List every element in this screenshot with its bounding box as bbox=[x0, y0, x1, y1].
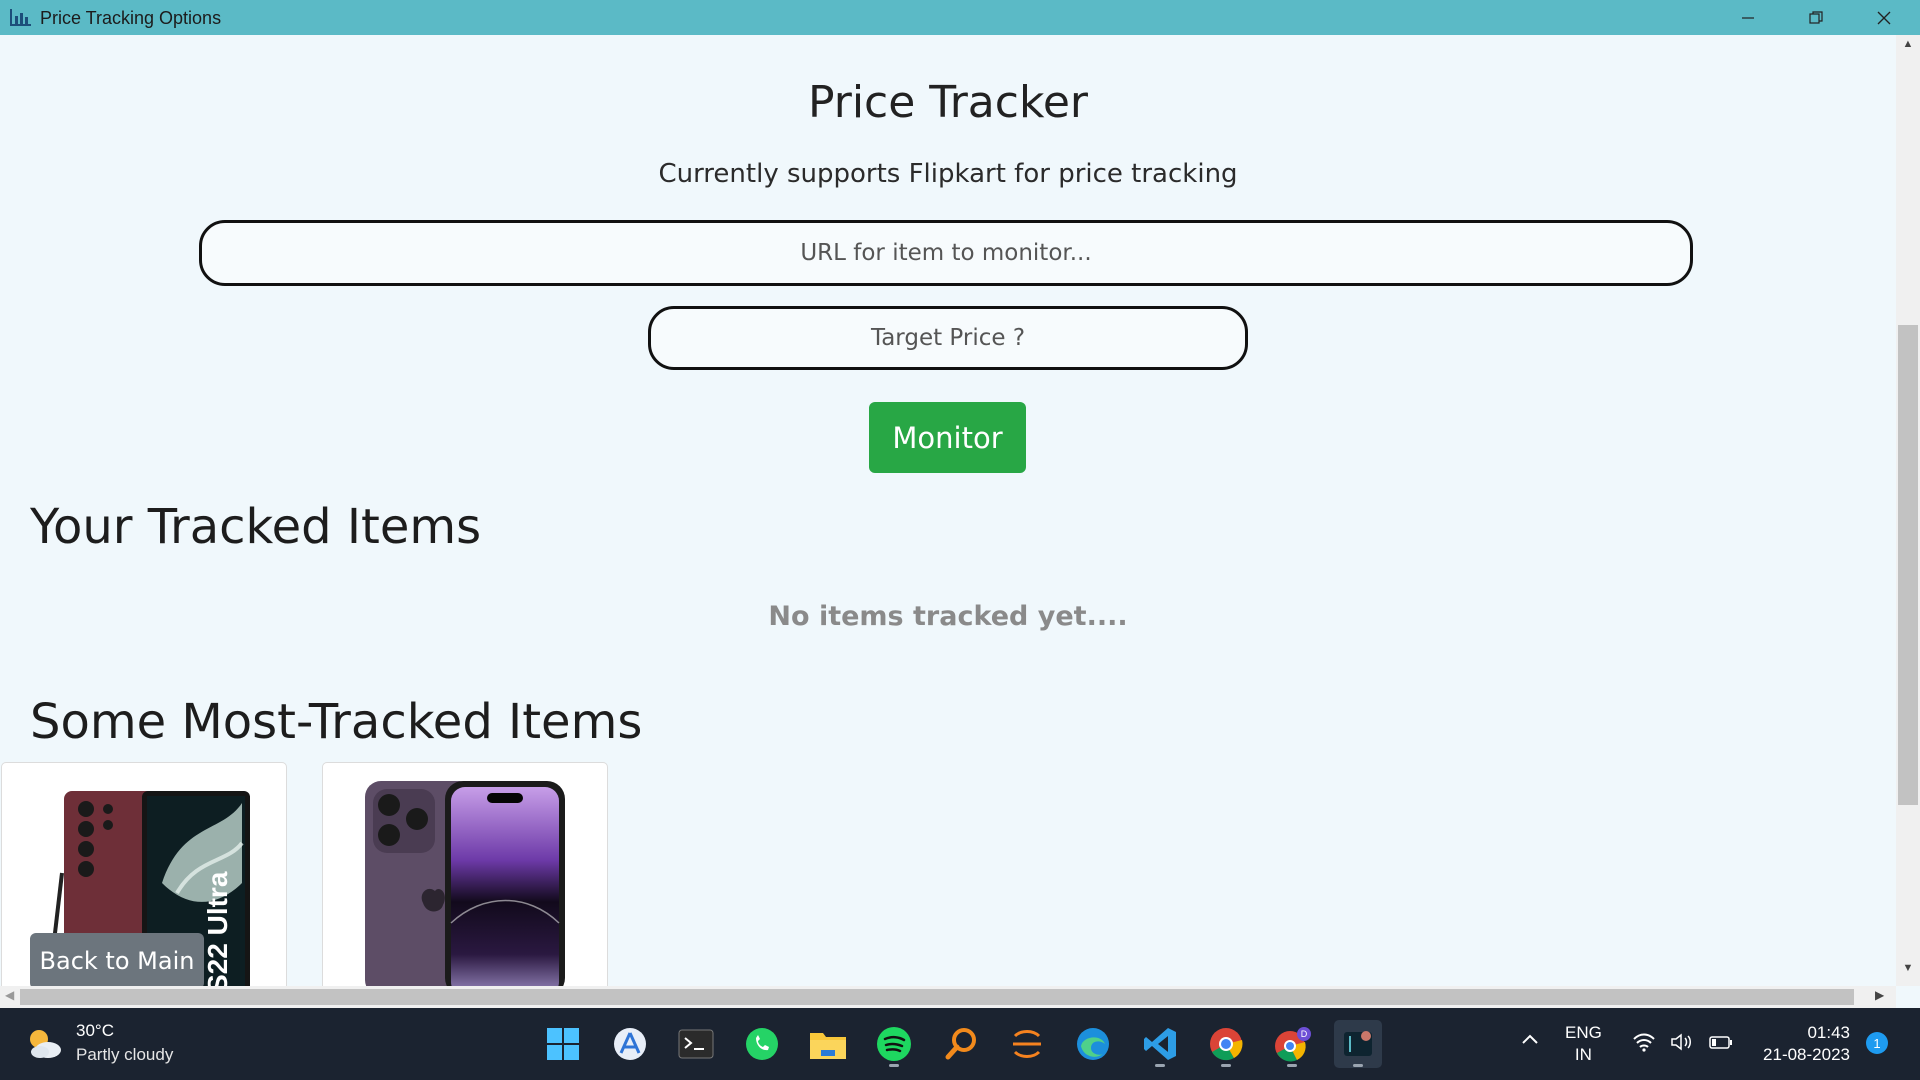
page-title: Price Tracker bbox=[807, 77, 1089, 128]
scroll-left-icon[interactable]: ◀ bbox=[5, 988, 14, 1002]
system-tray bbox=[1632, 1032, 1734, 1052]
running-indicator bbox=[889, 1064, 899, 1067]
weather-temperature[interactable]: 30°C bbox=[76, 1021, 114, 1041]
partly-cloudy-icon[interactable] bbox=[24, 1024, 64, 1064]
close-button[interactable] bbox=[1850, 0, 1918, 35]
scroll-down-icon[interactable]: ▼ bbox=[1896, 962, 1920, 974]
region-code: IN bbox=[1574, 1045, 1592, 1064]
clock[interactable]: 01:43 21-08-2023 bbox=[1750, 1022, 1850, 1066]
restore-icon bbox=[1809, 10, 1823, 24]
svg-text:D: D bbox=[1301, 1029, 1308, 1039]
windows-start-icon[interactable] bbox=[539, 1020, 587, 1068]
edge-icon[interactable] bbox=[1069, 1020, 1117, 1068]
weather-condition[interactable]: Partly cloudy bbox=[76, 1045, 173, 1065]
running-indicator bbox=[1155, 1064, 1165, 1067]
iphone-14-pro-image bbox=[365, 781, 565, 986]
eclipse-icon[interactable] bbox=[1003, 1020, 1051, 1068]
scroll-right-icon[interactable]: ▶ bbox=[1875, 988, 1884, 1002]
minimize-icon bbox=[1742, 16, 1754, 19]
running-indicator bbox=[1287, 1064, 1297, 1067]
tracked-items-heading: Your Tracked Items bbox=[30, 499, 482, 555]
empty-tracked-message: No items tracked yet.... bbox=[768, 601, 1128, 632]
title-bar: Price Tracking Options bbox=[0, 0, 1920, 35]
notification-badge[interactable]: 1 bbox=[1866, 1032, 1888, 1054]
app-store-icon[interactable] bbox=[606, 1020, 654, 1068]
most-tracked-heading: Some Most-Tracked Items bbox=[30, 694, 643, 750]
horizontal-scrollbar-thumb[interactable] bbox=[20, 989, 1854, 1005]
svg-text:S22 Ultra: S22 Ultra bbox=[202, 871, 233, 986]
close-icon bbox=[1877, 11, 1891, 24]
active-app-icon[interactable] bbox=[1334, 1020, 1382, 1068]
clock-date: 21-08-2023 bbox=[1763, 1045, 1850, 1064]
vscode-icon[interactable] bbox=[1136, 1020, 1184, 1068]
chrome-icon[interactable] bbox=[1202, 1020, 1250, 1068]
app-icon bbox=[10, 9, 31, 26]
spotify-icon[interactable] bbox=[870, 1020, 918, 1068]
window-title: Price Tracking Options bbox=[40, 8, 222, 28]
page-content: Price Tracker Currently supports Flipkar… bbox=[0, 35, 1896, 986]
battery-icon[interactable] bbox=[1708, 1032, 1734, 1052]
product-card[interactable] bbox=[322, 762, 608, 986]
running-indicator bbox=[1353, 1064, 1363, 1067]
scroll-up-icon[interactable]: ▲ bbox=[1896, 38, 1920, 50]
volume-icon[interactable] bbox=[1670, 1032, 1694, 1052]
search-tool-icon[interactable] bbox=[937, 1020, 985, 1068]
running-indicator bbox=[1221, 1064, 1231, 1067]
terminal-icon[interactable] bbox=[672, 1020, 720, 1068]
page-subtitle: Currently supports Flipkart for price tr… bbox=[658, 159, 1238, 189]
wifi-icon[interactable] bbox=[1632, 1032, 1656, 1052]
chrome-profile-icon[interactable]: D bbox=[1268, 1020, 1316, 1068]
whatsapp-icon[interactable] bbox=[738, 1020, 786, 1068]
language-indicator[interactable]: ENG IN bbox=[1565, 1022, 1602, 1066]
file-explorer-icon[interactable] bbox=[804, 1020, 852, 1068]
target-price-input[interactable] bbox=[648, 306, 1248, 370]
clock-time: 01:43 bbox=[1807, 1023, 1850, 1042]
monitor-button[interactable]: Monitor bbox=[869, 402, 1026, 473]
restore-button[interactable] bbox=[1782, 0, 1850, 35]
chevron-up-icon[interactable] bbox=[1520, 1032, 1540, 1046]
language-code: ENG bbox=[1565, 1023, 1602, 1042]
taskbar: 30°C Partly cloudy D ENG IN 01:43 21-08-… bbox=[0, 1008, 1920, 1080]
url-input[interactable] bbox=[199, 220, 1693, 286]
back-to-main-button[interactable]: Back to Main bbox=[30, 933, 204, 986]
vertical-scrollbar-thumb[interactable] bbox=[1898, 325, 1918, 805]
minimize-button[interactable] bbox=[1714, 0, 1782, 35]
